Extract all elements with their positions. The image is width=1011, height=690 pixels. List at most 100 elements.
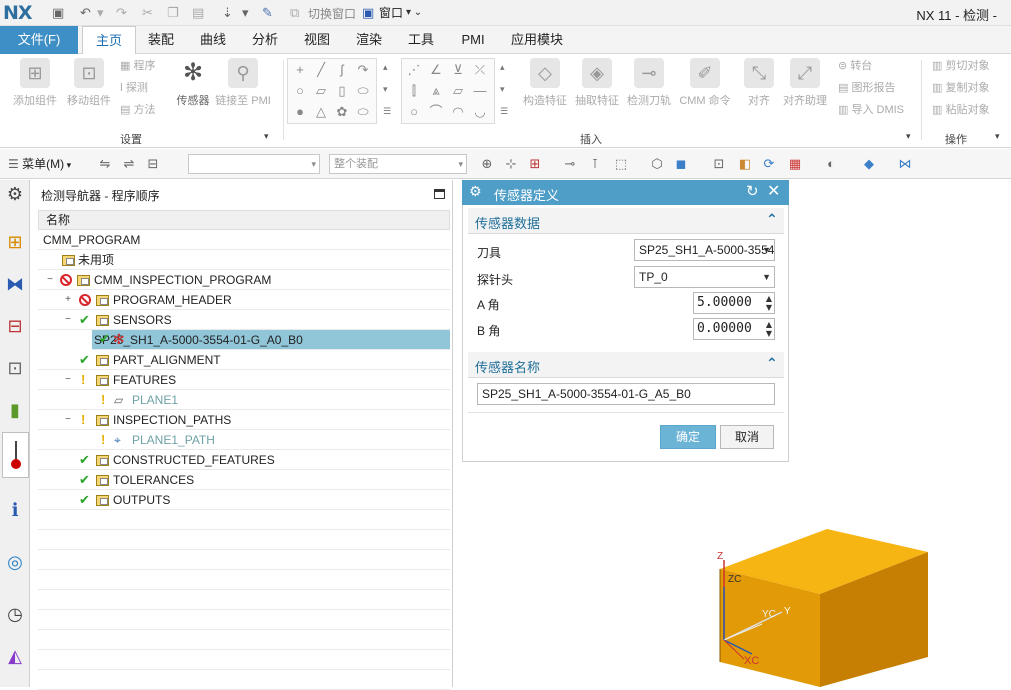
scope-filter-select[interactable]: 整个装配 ▾ <box>329 154 467 174</box>
link-pmi-button[interactable]: ⚲ 链接至 PMI <box>212 58 274 108</box>
arc-icon[interactable]: ↷ <box>355 62 371 78</box>
fit-view-icon[interactable]: ⊡ <box>710 155 728 173</box>
method-button[interactable]: ▤ 方法 <box>120 102 155 118</box>
cancel-button[interactable]: 取消 <box>720 425 774 449</box>
sphere-icon[interactable]: ● <box>292 104 308 120</box>
window-icon[interactable]: ▣ <box>362 5 374 21</box>
surface-icon[interactable]: ⬭ <box>355 83 371 99</box>
selection-box-icon[interactable]: ⬚ <box>612 155 630 173</box>
undo-dropdown-icon[interactable]: ▾ <box>97 5 104 21</box>
tree-row[interactable]: ✔ CONSTRUCTED_FEATURES <box>38 450 450 470</box>
inspection-navigator-tab[interactable] <box>2 432 29 478</box>
graphic-report-button[interactable]: ▤ 图形报告 <box>838 80 895 96</box>
menu-button[interactable]: ☰ 菜单(M) ▾ <box>8 155 71 173</box>
maximize-icon[interactable] <box>434 189 445 199</box>
cut-object-button[interactable]: ▥ 剪切对象 <box>932 58 989 74</box>
tree-row[interactable]: − CMM_INSPECTION_PROGRAM <box>38 270 450 290</box>
tree-row[interactable]: ✔ OUTPUTS <box>38 490 450 510</box>
tree-row[interactable]: − ✔ SENSORS <box>38 310 450 330</box>
insert-group-dropdown-icon[interactable]: ▾ <box>906 131 911 142</box>
collapse-icon[interactable]: − <box>46 275 54 285</box>
distance-feature-icon[interactable]: ⊻ <box>450 62 466 78</box>
view-cube-icon[interactable]: ◆ <box>860 155 878 173</box>
cylinder-icon[interactable]: ▯ <box>334 83 350 99</box>
file-menu[interactable]: 文件(F) <box>0 26 78 54</box>
tree-row[interactable]: ✔ TOLERANCES <box>38 470 450 490</box>
window-menu[interactable]: 窗口 <box>379 5 403 21</box>
undo-icon[interactable]: ↶ <box>80 5 91 21</box>
save-icon[interactable]: ▣ <box>52 5 64 21</box>
snap-endpoint-icon[interactable]: ⊹ <box>502 155 520 173</box>
probe-head-select[interactable]: TP_0 ▼ <box>634 266 775 288</box>
orient-view-icon[interactable]: ▦ <box>786 155 804 173</box>
render-style-icon[interactable]: ◐ <box>822 155 840 173</box>
tab-assembly[interactable]: 装配 <box>140 26 182 54</box>
collapse-icon[interactable]: − <box>64 375 72 385</box>
tab-tools[interactable]: 工具 <box>400 26 442 54</box>
tree-row[interactable]: 未用项 <box>38 250 450 270</box>
system-materials-icon[interactable]: ◭ <box>3 642 27 670</box>
collapse-icon[interactable]: − <box>64 415 72 425</box>
display-style-icon[interactable]: ⋈ <box>896 155 914 173</box>
copy-object-button[interactable]: ▥ 复制对象 <box>932 80 989 96</box>
add-component-button[interactable]: ⊞ 添加组件 <box>6 58 64 108</box>
tab-render[interactable]: 渲染 <box>348 26 390 54</box>
tab-analysis[interactable]: 分析 <box>244 26 286 54</box>
gallery-up-icon[interactable]: ▴ <box>383 62 388 73</box>
switch-window-label[interactable]: 切换窗口 <box>308 5 356 22</box>
cmm-command-button[interactable]: ✐ CMM 命令 <box>676 58 734 108</box>
gallery2-more-icon[interactable]: ☰ <box>500 106 508 117</box>
history-icon[interactable]: ◷ <box>3 600 27 628</box>
extract-feature-button[interactable]: ◈ 抽取特征 <box>568 58 626 108</box>
gallery2-down-icon[interactable]: ▾ <box>500 84 505 95</box>
move-component-button[interactable]: ⊡ 移动组件 <box>60 58 118 108</box>
plus-icon[interactable]: + <box>292 62 308 78</box>
cone-feature-icon[interactable]: ⩓ <box>428 83 444 99</box>
arc-feature-icon[interactable]: ◠ <box>450 104 466 120</box>
snap-center-icon[interactable]: ⊸ <box>561 155 579 173</box>
constraint-navigator-icon[interactable]: ⧓ <box>3 270 27 298</box>
role-icon[interactable]: ▮ <box>3 396 27 424</box>
info-icon[interactable]: ℹ <box>3 496 27 524</box>
touch-mode-icon[interactable]: ✎ <box>262 5 273 21</box>
gallery2-up-icon[interactable]: ▴ <box>500 62 505 73</box>
curve-feature-icon[interactable]: ⌒ <box>428 104 444 120</box>
model-view[interactable]: Z ZC Y YC XC <box>462 462 1011 687</box>
cube-view-icon[interactable]: ◼ <box>672 155 690 173</box>
circle-feature-icon[interactable]: ○ <box>406 104 422 120</box>
select-filter-icon[interactable]: ⇋ <box>96 155 114 173</box>
circle-icon[interactable]: ○ <box>292 83 308 99</box>
ok-button[interactable]: 确定 <box>660 425 716 449</box>
plane-icon[interactable]: ▱ <box>313 83 329 99</box>
switch-window-icon[interactable]: ⧉ <box>290 5 299 21</box>
torus-icon[interactable]: ✿ <box>334 104 350 120</box>
import-dmis-button[interactable]: ▥ 导入 DMIS <box>838 102 904 118</box>
tree-row[interactable]: ! ⌖ PLANE1_PATH <box>38 430 450 450</box>
tree-row[interactable]: −! INSPECTION_PATHS <box>38 410 450 430</box>
slot-icon[interactable]: ⬭ <box>355 104 371 120</box>
tree-row[interactable]: + PROGRAM_HEADER <box>38 290 450 310</box>
tree-row[interactable]: ! ▱ PLANE1 <box>38 390 450 410</box>
paste-icon[interactable]: ▤ <box>192 5 204 21</box>
a-angle-input[interactable]: 5.00000 ▲ ▼ <box>693 292 775 314</box>
tool-select[interactable]: SP25_SH1_A-5000-3554-01-G_A0_B0▼ <box>634 239 775 261</box>
gallery-more-icon[interactable]: ☰ <box>383 106 391 117</box>
collapse-icon[interactable]: − <box>64 315 72 325</box>
construct-feature-button[interactable]: ◇ 构造特征 <box>516 58 574 108</box>
snap-point-icon[interactable]: ⊕ <box>478 155 496 173</box>
probe-button[interactable]: ǀ 探测 <box>120 80 148 96</box>
plane-feature-icon[interactable]: ▱ <box>450 83 466 99</box>
tab-curve[interactable]: 曲线 <box>192 26 234 54</box>
tab-application[interactable]: 应用模块 <box>504 26 570 54</box>
b-angle-input[interactable]: 0.00000 ▲ ▼ <box>693 318 775 340</box>
tree-row[interactable]: CMM_PROGRAM <box>38 230 450 250</box>
repeat-command-icon[interactable]: ⇣ <box>222 5 233 21</box>
snap-midpoint-icon[interactable]: ⊞ <box>526 155 544 173</box>
repeat-dropdown-icon[interactable]: ▾ <box>242 5 249 21</box>
type-filter-select[interactable]: ▾ <box>188 154 320 174</box>
align-helper-button[interactable]: ⤢ 对齐助理 <box>778 58 832 108</box>
window-dropdown-icon[interactable]: ▾ ⌄ <box>406 5 422 21</box>
line-icon[interactable]: ╱ <box>313 62 329 78</box>
snap-quadrant-icon[interactable]: ⊺ <box>586 155 604 173</box>
zoom-icon[interactable]: ◧ <box>736 155 754 173</box>
